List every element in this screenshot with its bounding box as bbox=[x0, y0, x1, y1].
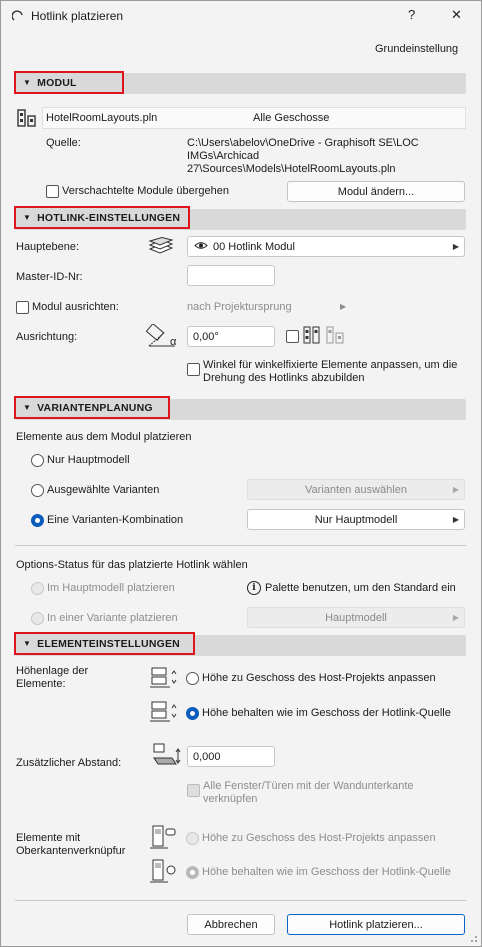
main-layer-dropdown[interactable]: 00 Hotlink Modul ▶ bbox=[187, 236, 465, 257]
place-in-variant-label: In einer Variante platzieren bbox=[47, 612, 178, 624]
offset-input[interactable]: 0,000 bbox=[187, 746, 275, 767]
master-id-input[interactable] bbox=[187, 265, 275, 286]
main-model-only-radio[interactable] bbox=[31, 454, 44, 467]
source-label: Quelle: bbox=[46, 137, 81, 149]
place-in-main-label: Im Hauptmodell platzieren bbox=[47, 582, 175, 594]
height-host-label: Höhe zu Geschoss des Host-Projekts anpas… bbox=[202, 672, 436, 684]
place-in-variant-radio[interactable] bbox=[31, 612, 44, 625]
variant-dropdown[interactable]: Hauptmodell ▶ bbox=[247, 607, 465, 628]
elemente-header-text: ELEMENTEINSTELLUNGEN bbox=[37, 637, 180, 650]
footer-divider bbox=[15, 900, 466, 901]
elemente-section-header[interactable]: ▼ ELEMENTEINSTELLUNGEN bbox=[14, 632, 195, 655]
align-module-value: nach Projektursprung bbox=[187, 301, 292, 313]
hotlink-section-header[interactable]: ▼ HOTLINK-EINSTELLUNGEN bbox=[14, 206, 190, 229]
collapse-triangle-icon: ▼ bbox=[23, 403, 32, 412]
main-model-only-label: Nur Hauptmodell bbox=[47, 454, 130, 466]
dropdown-arrow-icon: ▶ bbox=[452, 515, 459, 524]
master-id-label: Master-ID-Nr: bbox=[16, 271, 83, 283]
top-link-host-radio[interactable] bbox=[186, 832, 199, 845]
module-stories: Alle Geschosse bbox=[253, 112, 330, 124]
place-hotlink-button[interactable]: Hotlink platzieren... bbox=[287, 914, 465, 935]
close-button[interactable]: ✕ bbox=[451, 7, 462, 23]
resize-grip-icon[interactable] bbox=[468, 933, 478, 946]
offset-icon bbox=[150, 742, 182, 768]
link-windows-label: Alle Fenster/Türen mit der Wandunterkant… bbox=[203, 780, 414, 805]
variant-combination-radio[interactable] bbox=[31, 514, 44, 527]
orientation-input[interactable]: 0,00° bbox=[187, 326, 275, 347]
help-button[interactable]: ? bbox=[408, 7, 415, 22]
top-link-keep-label: Höhe behalten wie im Geschoss der Hotlin… bbox=[202, 866, 451, 878]
module-rotate-icon bbox=[303, 325, 349, 345]
skip-nested-label: Verschachtelte Module übergehen bbox=[62, 185, 229, 197]
main-layer-label: Hauptebene: bbox=[16, 241, 79, 253]
height-keep-label: Höhe behalten wie im Geschoss der Hotlin… bbox=[202, 707, 451, 719]
top-link-host-label: Höhe zu Geschoss des Host-Projekts anpas… bbox=[202, 832, 436, 844]
collapse-triangle-icon: ▼ bbox=[23, 78, 32, 87]
selected-variants-label: Ausgewählte Varianten bbox=[47, 484, 160, 496]
divider bbox=[15, 545, 466, 546]
link-windows-checkbox[interactable] bbox=[187, 784, 200, 797]
dropdown-arrow-icon: ▶ bbox=[452, 242, 459, 251]
modul-header-text: MODUL bbox=[37, 76, 77, 89]
change-module-button[interactable]: Modul ändern... bbox=[287, 181, 465, 202]
settings-link[interactable]: Grundeinstellung bbox=[375, 43, 458, 55]
story-keep-icon bbox=[150, 700, 178, 724]
select-variants-text: Varianten auswählen bbox=[305, 483, 407, 496]
align-arrow-icon: ▶ bbox=[340, 302, 347, 311]
top-link-keep-icon bbox=[150, 858, 178, 884]
module-file-name: HotelRoomLayouts.pln bbox=[46, 112, 158, 124]
source-path-line1: C:\Users\abelov\OneDrive - Graphisoft SE… bbox=[187, 137, 419, 149]
modul-section-header[interactable]: ▼ MODUL bbox=[14, 71, 124, 94]
height-label: Höhenlage der Elemente: bbox=[16, 665, 89, 690]
window-title: Hotlink platzieren bbox=[31, 9, 124, 23]
info-glyph: i bbox=[252, 583, 256, 593]
hotlink-header-text: HOTLINK-EINSTELLUNGEN bbox=[37, 211, 181, 224]
variant-combination-dropdown[interactable]: Nur Hauptmodell ▶ bbox=[247, 509, 465, 530]
info-text: Palette benutzen, um den Standard ein bbox=[265, 582, 456, 594]
offset-label: Zusätzlicher Abstand: bbox=[16, 757, 122, 769]
collapse-triangle-icon: ▼ bbox=[23, 213, 32, 222]
place-elements-label: Elemente aus dem Modul platzieren bbox=[16, 431, 192, 443]
selected-variants-radio[interactable] bbox=[31, 484, 44, 497]
module-file-icon bbox=[17, 108, 37, 128]
align-module-checkbox[interactable] bbox=[16, 301, 29, 314]
dropdown-arrow-icon: ▶ bbox=[452, 613, 459, 622]
align-module-label: Modul ausrichten: bbox=[32, 301, 119, 313]
skip-nested-checkbox[interactable] bbox=[46, 185, 59, 198]
story-height-icon bbox=[150, 666, 178, 690]
source-path-line3: 27\Sources\Models\HotelRoomLayouts.pln bbox=[187, 163, 396, 175]
angle-adjust-label: Winkel für winkelfixierte Elemente anpas… bbox=[203, 359, 458, 384]
source-path-line2: IMGs\Archicad bbox=[187, 150, 260, 162]
variant-combination-label: Eine Varianten-Kombination bbox=[47, 514, 184, 526]
height-keep-radio[interactable] bbox=[186, 707, 199, 720]
place-in-main-radio[interactable] bbox=[31, 582, 44, 595]
cancel-button[interactable]: Abbrechen bbox=[187, 914, 275, 935]
info-icon: i bbox=[247, 581, 261, 595]
height-host-radio[interactable] bbox=[186, 672, 199, 685]
angle-adjust-checkbox[interactable] bbox=[187, 363, 200, 376]
variant-dropdown-value: Hauptmodell bbox=[325, 611, 387, 624]
varianten-section-header[interactable]: ▼ VARIANTENPLANUNG bbox=[14, 396, 170, 419]
layer-icon bbox=[148, 237, 174, 255]
alpha-symbol: α bbox=[170, 336, 177, 348]
top-link-host-icon bbox=[150, 824, 178, 850]
eye-icon bbox=[194, 241, 208, 253]
dropdown-arrow-icon: ▶ bbox=[452, 485, 459, 494]
top-link-keep-radio[interactable] bbox=[186, 866, 199, 879]
orientation-checkbox[interactable] bbox=[286, 330, 299, 343]
options-status-label: Options-Status für das platzierte Hotlin… bbox=[16, 559, 248, 571]
top-link-label: Elemente mit Oberkantenverknüpfur bbox=[16, 832, 126, 857]
variant-combination-value: Nur Hauptmodell bbox=[314, 513, 398, 526]
select-variants-button[interactable]: Varianten auswählen ▶ bbox=[247, 479, 465, 500]
app-icon bbox=[12, 10, 24, 22]
main-layer-value: 00 Hotlink Modul bbox=[213, 240, 295, 253]
orientation-label: Ausrichtung: bbox=[16, 331, 78, 343]
varianten-header-text: VARIANTENPLANUNG bbox=[37, 401, 153, 414]
collapse-triangle-icon: ▼ bbox=[23, 639, 32, 648]
